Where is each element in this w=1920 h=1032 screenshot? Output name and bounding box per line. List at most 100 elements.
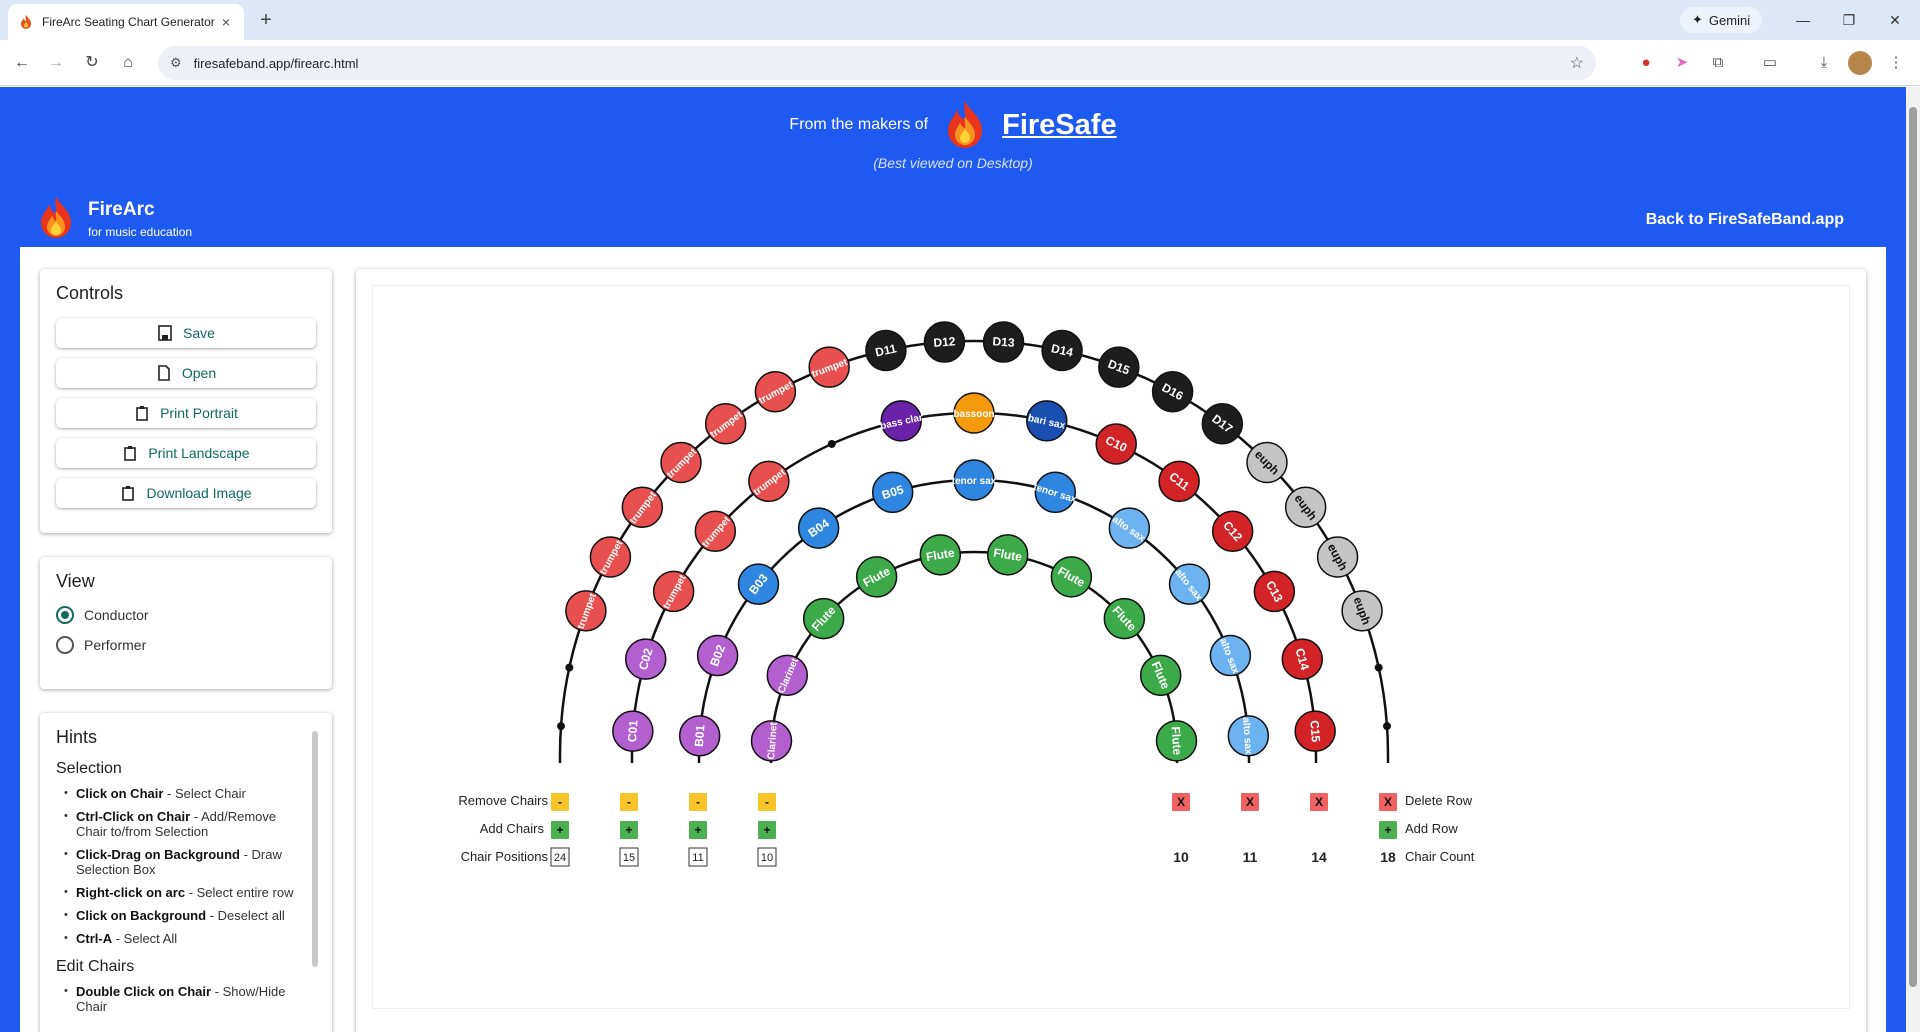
chair[interactable]: trumpet bbox=[565, 590, 607, 632]
browser-tab[interactable]: FireArc Seating Chart Generator × bbox=[8, 4, 244, 40]
chair[interactable]: C14 bbox=[1281, 638, 1324, 680]
chair[interactable]: Flute bbox=[802, 597, 845, 640]
add-chair-button[interactable]: + bbox=[758, 821, 776, 839]
address-bar[interactable]: ⚙ firesafeband.app/firearc.html ☆ bbox=[158, 46, 1596, 80]
download-icon[interactable]: ⤓ bbox=[1812, 51, 1836, 75]
arrow-extension-icon[interactable]: ➤ bbox=[1670, 51, 1694, 75]
print-portrait-button[interactable]: Print Portrait bbox=[56, 398, 316, 428]
remove-chair-button[interactable]: - bbox=[620, 793, 638, 811]
chair[interactable]: C01 bbox=[612, 710, 654, 752]
hints-scrollbar[interactable] bbox=[312, 731, 318, 967]
print-landscape-button[interactable]: Print Landscape bbox=[56, 438, 316, 468]
chair-dot[interactable] bbox=[557, 722, 566, 731]
menu-kebab-icon[interactable]: ⋮ bbox=[1884, 51, 1908, 75]
maximize-button[interactable]: ❐ bbox=[1826, 6, 1872, 34]
chair[interactable]: alto sax bbox=[1168, 563, 1211, 605]
add-chair-button[interactable]: + bbox=[620, 821, 638, 839]
chair[interactable]: B04 bbox=[797, 507, 840, 549]
chair[interactable]: Flute bbox=[986, 534, 1029, 576]
remove-chair-button[interactable]: - bbox=[758, 793, 776, 811]
chair[interactable]: euph bbox=[1246, 441, 1288, 484]
save-button[interactable]: Save bbox=[56, 318, 316, 348]
reload-icon[interactable]: ↻ bbox=[78, 49, 106, 77]
open-button[interactable]: Open bbox=[56, 358, 316, 388]
performer-option[interactable]: Performer bbox=[56, 636, 316, 654]
conductor-radio[interactable] bbox=[56, 606, 74, 624]
chair[interactable]: D15 bbox=[1098, 346, 1140, 388]
chair-position-dot[interactable] bbox=[1382, 722, 1391, 731]
chair[interactable]: euph bbox=[1316, 536, 1359, 578]
seating-chart-canvas[interactable]: trumpet trumpet trumpet trumpet trumpet trump… bbox=[372, 285, 1850, 1009]
chair[interactable]: tenor sax bbox=[952, 459, 997, 501]
firesafe-link[interactable]: FireSafe bbox=[1002, 109, 1116, 142]
chair[interactable]: euph bbox=[1341, 590, 1383, 632]
remove-chair-button[interactable]: - bbox=[551, 793, 569, 811]
chair[interactable]: C13 bbox=[1253, 570, 1296, 613]
opera-extension-icon[interactable]: ● bbox=[1634, 51, 1658, 75]
chair[interactable]: tenor sax bbox=[1032, 471, 1078, 514]
chair[interactable]: B05 bbox=[871, 471, 914, 514]
chair[interactable]: B03 bbox=[737, 563, 780, 605]
chair[interactable]: C11 bbox=[1158, 460, 1200, 503]
add-row-button[interactable]: + bbox=[1379, 821, 1397, 839]
remove-chair-button[interactable]: - bbox=[689, 793, 707, 811]
chair[interactable]: trumpet bbox=[754, 370, 797, 413]
delete-row-button[interactable]: X bbox=[1310, 793, 1328, 811]
page-scrollbar[interactable] bbox=[1906, 87, 1920, 1032]
add-chair-button[interactable]: + bbox=[551, 821, 569, 839]
back-to-firesafe-link[interactable]: Back to FireSafeBand.app bbox=[1646, 211, 1844, 229]
chair[interactable]: Flute bbox=[1139, 654, 1182, 697]
chair[interactable]: D16 bbox=[1151, 370, 1194, 413]
add-chair-button[interactable]: + bbox=[689, 821, 707, 839]
tab-close-icon[interactable]: × bbox=[218, 14, 234, 30]
chair[interactable]: bassoon bbox=[953, 392, 995, 434]
site-info-icon[interactable]: ⚙ bbox=[170, 55, 182, 71]
download-image-button[interactable]: Download Image bbox=[56, 478, 316, 508]
window-close-button[interactable]: ✕ bbox=[1872, 6, 1918, 34]
chair[interactable]: trumpet bbox=[748, 460, 790, 503]
chair[interactable]: D13 bbox=[982, 321, 1025, 363]
chair[interactable]: C02 bbox=[624, 638, 667, 680]
seating-chart-svg[interactable]: trumpettrumpettrumpettrumpettrumpettrump… bbox=[372, 285, 1850, 1009]
chair[interactable]: bass clar bbox=[879, 400, 924, 442]
chair[interactable]: Flute bbox=[1050, 556, 1093, 598]
chair-position-dot[interactable] bbox=[1374, 663, 1383, 672]
chair[interactable]: D12 bbox=[923, 321, 966, 363]
chair[interactable]: euph bbox=[1284, 486, 1327, 528]
new-tab-button[interactable]: + bbox=[254, 8, 278, 32]
delete-row-button[interactable]: X bbox=[1241, 793, 1259, 811]
chair-position-dot[interactable] bbox=[565, 663, 574, 672]
chair[interactable]: C12 bbox=[1211, 510, 1254, 553]
chair[interactable]: trumpet bbox=[589, 536, 632, 578]
chair-position-dot[interactable] bbox=[557, 722, 566, 731]
gemini-button[interactable]: ✦ Gemini bbox=[1680, 7, 1763, 33]
chair[interactable]: alto sax bbox=[1209, 634, 1252, 677]
chair-dot[interactable] bbox=[1382, 722, 1391, 731]
chair[interactable]: trumpet bbox=[704, 402, 747, 445]
chair[interactable]: D17 bbox=[1201, 402, 1244, 445]
chair[interactable]: C15 bbox=[1294, 710, 1336, 752]
forward-arrow-icon[interactable]: → bbox=[42, 49, 70, 77]
row-arc-3[interactable] bbox=[697, 478, 1251, 763]
profile-avatar[interactable] bbox=[1848, 51, 1872, 75]
chair[interactable]: B02 bbox=[696, 634, 739, 677]
chair[interactable]: trumpet bbox=[652, 570, 695, 613]
chair[interactable]: alto sax bbox=[1227, 715, 1270, 757]
delete-row-button[interactable]: X bbox=[1379, 793, 1397, 811]
row-arc-4[interactable] bbox=[769, 550, 1179, 763]
chair[interactable]: alto sax bbox=[1108, 507, 1151, 549]
chair[interactable]: Flute bbox=[1155, 720, 1198, 762]
home-icon[interactable]: ⌂ bbox=[114, 49, 142, 77]
conductor-option[interactable]: Conductor bbox=[56, 606, 316, 624]
chair[interactable]: B01 bbox=[678, 715, 721, 757]
delete-row-button[interactable]: X bbox=[1172, 793, 1190, 811]
chair-dot[interactable] bbox=[565, 663, 574, 672]
tab-search-icon[interactable]: ▭ bbox=[1758, 51, 1782, 75]
chair[interactable]: Flute bbox=[919, 534, 962, 576]
url-text[interactable]: firesafeband.app/firearc.html bbox=[194, 56, 1570, 71]
minimize-button[interactable]: — bbox=[1780, 6, 1826, 34]
chair[interactable]: trumpet bbox=[808, 346, 850, 388]
chair[interactable]: D14 bbox=[1041, 329, 1083, 372]
chair-position-dot[interactable] bbox=[827, 439, 836, 448]
chair[interactable]: Flute bbox=[1103, 597, 1146, 640]
